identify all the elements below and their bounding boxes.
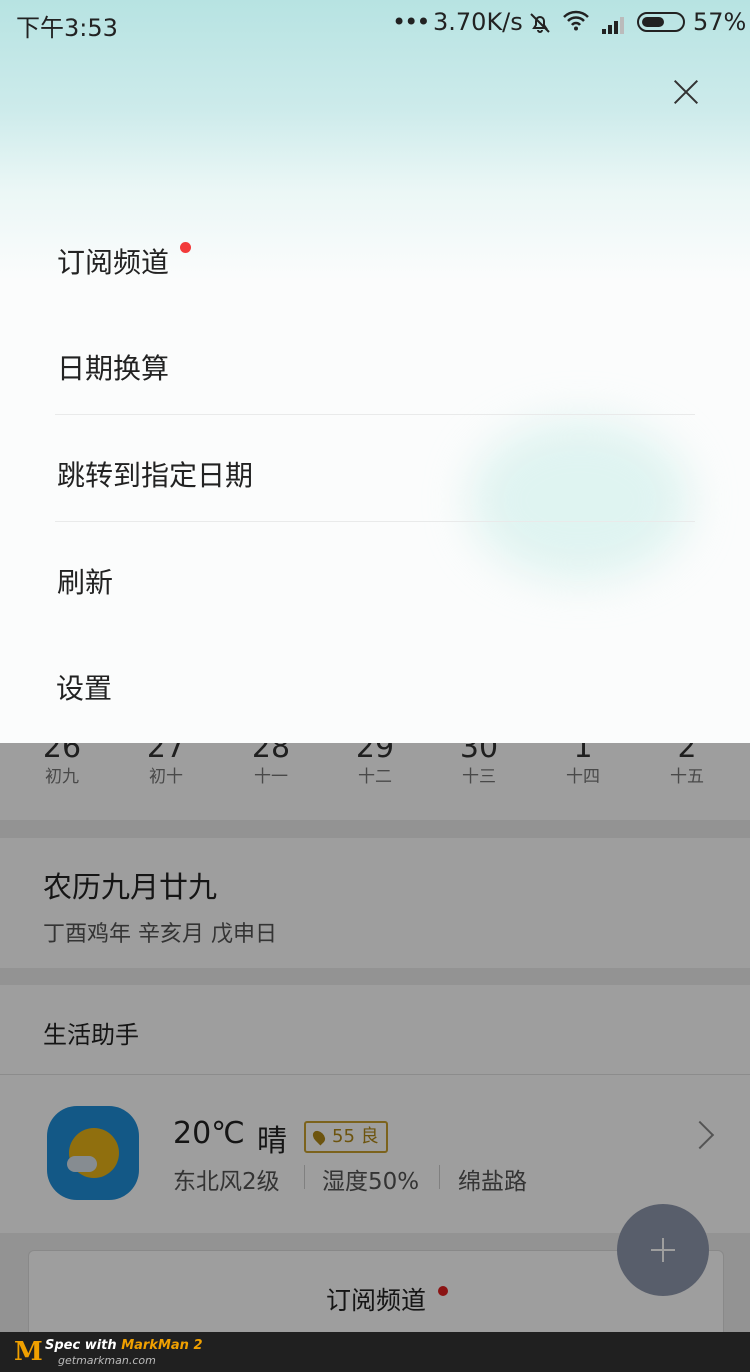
menu-item-label: 订阅频道 <box>57 246 170 279</box>
menu-item-settings[interactable]: 设置 <box>54 628 694 734</box>
bell-off-icon <box>528 11 552 41</box>
status-time: 下午3:53 <box>16 14 118 42</box>
markman-logo: M <box>14 1337 43 1367</box>
menu-item-label: 跳转到指定日期 <box>57 459 254 492</box>
close-icon[interactable] <box>664 70 709 115</box>
markman-footer: M Spec with MarkMan 2 getmarkman.com <box>0 1332 750 1372</box>
status-bar: 下午3:53 ••• 3.70K/s 57% <box>0 0 750 45</box>
menu-sheet: 下午3:53 ••• 3.70K/s 57% 订阅频道 日期换算 跳转到指定日期… <box>0 0 750 743</box>
menu-item-label: 刷新 <box>57 566 114 599</box>
tagline-prefix: Spec with <box>45 1338 122 1353</box>
battery-percent: 57% <box>693 8 747 36</box>
battery-icon <box>637 12 685 32</box>
markman-url: getmarkman.com <box>58 1354 156 1367</box>
markman-tagline: Spec with MarkMan 2 <box>45 1338 203 1353</box>
network-speed: 3.70K/s <box>433 8 523 36</box>
tagline-brand: MarkMan 2 <box>121 1338 203 1353</box>
battery-fill <box>642 17 664 27</box>
menu-item-date-conversion[interactable]: 日期换算 <box>55 308 695 414</box>
signal-icon <box>601 12 629 34</box>
menu-item-refresh[interactable]: 刷新 <box>55 522 695 628</box>
wifi-icon <box>563 9 589 31</box>
menu-item-subscribe-channel[interactable]: 订阅频道 <box>55 202 695 308</box>
menu-item-label: 日期换算 <box>57 352 170 385</box>
menu-item-jump-to-date[interactable]: 跳转到指定日期 <box>55 415 695 521</box>
notification-dot <box>180 242 191 253</box>
more-notifications-icon: ••• <box>392 8 430 36</box>
menu-item-label: 设置 <box>56 672 113 705</box>
